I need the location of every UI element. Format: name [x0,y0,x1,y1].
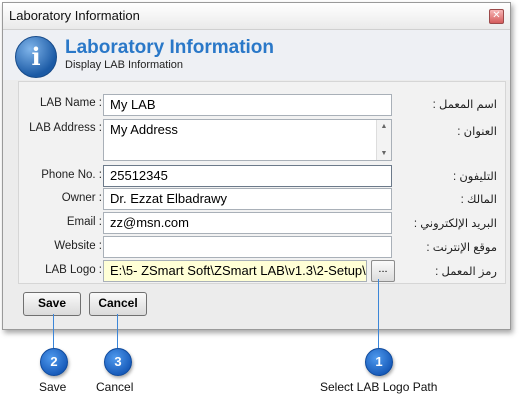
phone-label-ar: التليفون : [452,171,497,183]
info-icon: i [15,36,57,78]
window-title: Laboratory Information [9,8,140,23]
callout-line-logo [378,279,379,348]
callout-badge-save: 2 [40,348,68,376]
lab-name-label-ar: اسم المعمل : [432,99,497,111]
callout-badge-cancel: 3 [104,348,132,376]
callout-label-cancel: Cancel [96,380,134,394]
lab-address-label-ar: العنوان : [457,126,497,138]
lab-logo-path-field[interactable]: E:\5- ZSmart Soft\ZSmart LAB\v1.3\2-Setu… [103,260,367,282]
owner-label-ar: المالك : [460,194,497,206]
lab-info-window: Laboratory Information ✕ i Laboratory In… [2,2,511,330]
phone-label: Phone No. : [41,169,102,181]
close-icon[interactable]: ✕ [489,9,504,24]
lab-logo-label: LAB Logo : [45,264,102,276]
owner-field[interactable]: Dr. Ezzat Elbadrawy [103,188,392,210]
lab-name-field[interactable]: My LAB [103,94,392,116]
scroll-down-icon[interactable]: ▼ [379,150,389,157]
lab-name-label: LAB Name : [40,97,102,109]
owner-label: Owner : [61,192,102,204]
website-field[interactable] [103,236,392,258]
website-label: Website : [54,240,102,252]
address-scrollbar[interactable]: ▲ ▼ [376,120,391,160]
lab-logo-label-ar: رمز المعمل : [435,266,497,278]
email-field[interactable]: zz@msn.com [103,212,392,234]
callout-label-logo: Select LAB Logo Path [320,380,438,394]
callout-line-save [53,314,54,348]
callout-line-cancel [117,314,118,348]
website-label-ar: موقع الإنترنت : [426,242,497,254]
header-subtitle: Display LAB Information [65,59,183,71]
form-panel: LAB Name : My LAB اسم المعمل : LAB Addre… [18,81,506,284]
scroll-up-icon[interactable]: ▲ [379,123,389,130]
email-label-ar: البريد الإلكتروني : [413,218,497,230]
lab-address-value: My Address [110,122,178,137]
title-bar: Laboratory Information ✕ [3,3,510,30]
phone-field[interactable]: 25512345 [103,165,392,187]
header-banner: i Laboratory Information Display LAB Inf… [3,30,510,80]
cancel-button[interactable]: Cancel [89,292,147,316]
callout-badge-logo: 1 [365,348,393,376]
lab-address-label: LAB Address : [29,122,102,134]
callout-label-save: Save [39,380,67,394]
lab-address-field[interactable]: My Address ▲ ▼ [103,119,392,161]
email-label: Email : [66,216,102,228]
header-title: Laboratory Information [65,37,275,58]
browse-logo-button[interactable]: ... [371,260,395,282]
save-button[interactable]: Save [23,292,81,316]
